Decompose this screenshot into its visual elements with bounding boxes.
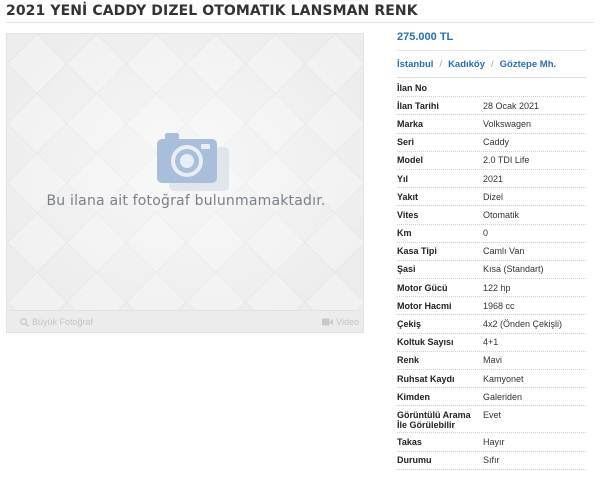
listing-title: 2021 YENİ CADDY DIZEL OTOMATIK LANSMAN R… [6,3,418,19]
detail-label: Ruhsat Kaydı [397,373,455,384]
location-city-link[interactable]: İstanbul [397,59,433,70]
detail-row-renk: Renk Mavi [397,352,586,370]
location-neighborhood-link[interactable]: Göztepe Mh. [500,59,556,70]
detail-label: Yakıt [397,191,419,202]
detail-value: 2021 [483,173,504,184]
detail-row-model: Model 2.0 TDI Life [397,152,586,170]
detail-value: Evet [483,410,502,421]
detail-label: Km [397,228,412,239]
detail-value: Otomatik [483,209,520,220]
magnifier-icon [20,317,29,327]
detail-label: Takas [397,436,422,447]
detail-row-ilan-no: İlan No [397,79,586,98]
video-camera-icon [322,318,334,326]
detail-label: Şasi [397,264,416,275]
detail-row-kasa-tipi: Kasa Tipi Camlı Van [397,243,586,261]
detail-value: 4x2 (Önden Çekişli) [483,319,563,330]
detail-row-motor-hacmi: Motor Hacmi 1968 cc [397,297,586,316]
video-label: Video [336,317,359,327]
detail-value: Sıfır [483,455,500,466]
detail-label: Renk [397,355,420,366]
detail-value: 4+1 [483,337,499,348]
camera-icon [157,133,229,191]
detail-row-sasi: Şasi Kısa (Standart) [397,261,586,280]
detail-row-koltuk-sayisi: Koltuk Sayısı 4+1 [397,334,586,352]
detail-label: Görüntülü Arama İle Görülebilir [397,410,471,431]
detail-value: Mavi [483,355,503,366]
detail-row-goruntulu-arama: Görüntülü Arama İle Görülebilir Evet [397,406,586,434]
location-district-link[interactable]: Kadıköy [448,59,485,70]
detail-label: İlan Tarihi [397,100,439,111]
detail-value: Volkswagen [483,118,532,129]
location-divider [397,77,586,78]
large-photo-button[interactable]: Büyük Fotoğraf [20,317,93,327]
detail-label: Vites [397,209,419,220]
detail-row-ilan-tarihi: İlan Tarihi 28 Ocak 2021 [397,97,586,116]
detail-value: Kısa (Standart) [483,264,544,275]
location-separator: / [491,59,494,70]
detail-label: Seri [397,137,415,148]
detail-label: Yıl [397,173,409,184]
detail-label: Koltuk Sayısı [397,337,454,348]
detail-row-takas: Takas Hayır [397,433,586,452]
location-breadcrumb: İstanbul / Kadıköy / Göztepe Mh. [397,59,556,70]
photo-gallery[interactable]: Bu ilana ait fotoğraf bulunmamaktadır. B… [6,33,364,333]
detail-label: Durumu [397,455,432,466]
detail-value: Caddy [483,137,510,148]
detail-row-yakit: Yakıt Dizel [397,188,586,207]
gallery-toolbar: Büyük Fotoğraf Video [7,310,363,332]
detail-value: Dizel [483,191,504,202]
detail-label: Çekiş [397,319,422,330]
detail-value: 28 Ocak 2021 [483,100,540,111]
detail-label: İlan No [397,82,428,93]
detail-label: Motor Hacmi [397,300,452,311]
detail-row-marka: Marka Volkswagen [397,115,586,134]
detail-row-seri: Seri Caddy [397,134,586,152]
location-separator: / [439,59,443,70]
detail-value: Hayır [483,436,505,447]
detail-row-cekis: Çekiş 4x2 (Önden Çekişli) [397,315,586,334]
detail-value: Camlı Van [483,246,525,257]
detail-row-km: Km 0 [397,225,586,243]
detail-row-ruhsat-kaydi: Ruhsat Kaydı Kamyonet [397,370,586,389]
no-photo-message: Bu ilana ait fotoğraf bulunmamaktadır. [46,193,326,209]
large-photo-label: Büyük Fotoğraf [32,317,94,327]
detail-row-durumu: Durumu Sıfır [397,452,586,470]
detail-value: Kamyonet [483,373,524,384]
detail-row-motor-gucu: Motor Gücü 122 hp [397,279,586,298]
title-divider [6,22,594,23]
price: 275.000 TL [397,31,454,43]
detail-value: 122 hp [483,282,511,293]
detail-value: 0 [483,228,489,239]
price-divider [397,50,586,51]
detail-value: 1968 cc [483,300,515,311]
detail-row-vites: Vites Otomatik [397,206,586,225]
detail-label: Marka [397,118,424,129]
detail-label: Kasa Tipi [397,246,437,257]
detail-row-kimden: Kimden Galeriden [397,388,586,407]
listing-details-table: İlan No İlan Tarihi 28 Ocak 2021 Marka V… [397,79,586,470]
detail-value: Galeriden [483,391,523,402]
detail-label: Model [397,155,423,166]
detail-row-yil: Yıl 2021 [397,170,586,189]
detail-label: Kimden [397,391,431,402]
video-button[interactable]: Video [322,317,359,327]
detail-label: Motor Gücü [397,282,448,293]
detail-value: 2.0 TDI Life [483,155,530,166]
